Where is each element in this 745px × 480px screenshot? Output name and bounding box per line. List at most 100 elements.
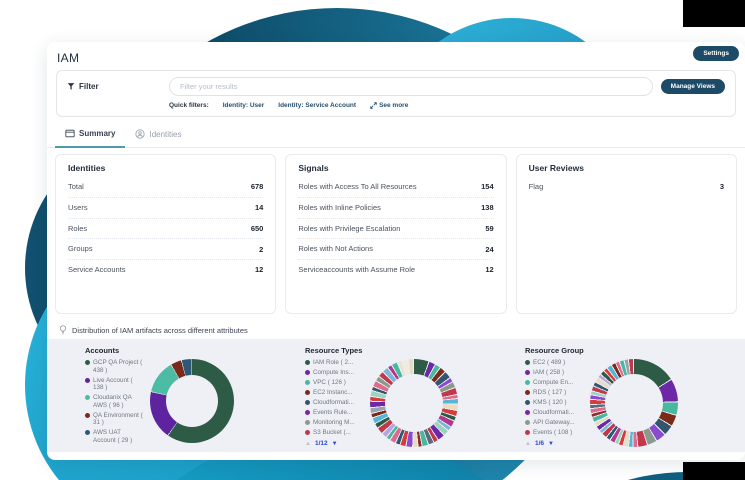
distribution-charts-panel: Accounts GCP QA Project ( 438 ) Live Acco… xyxy=(47,339,745,452)
legend-item: GCP QA Project ( 438 ) xyxy=(85,359,143,374)
legend-label: EC2 Instanc... xyxy=(313,389,353,397)
legend-label: GCP QA Project ( 438 ) xyxy=(93,359,143,374)
accounts-legend: GCP QA Project ( 438 ) Live Account ( 138… xyxy=(85,359,143,444)
identities-person-icon xyxy=(135,129,146,139)
legend-color-dot xyxy=(525,430,530,436)
legend-label: QA Environment ( 31 ) xyxy=(93,411,143,427)
resource-group-donut-chart[interactable] xyxy=(590,359,678,447)
legend-item: Live Account ( 138 ) xyxy=(85,377,143,392)
legend-label: Compute Ins... xyxy=(313,369,354,377)
legend-color-dot xyxy=(525,380,530,386)
legend-color-dot xyxy=(305,380,310,386)
card-title: Identities xyxy=(68,163,106,173)
legend-label: Cloudformati... xyxy=(313,399,354,407)
page-background: IAM Settings Filter Manage Views Quick f… xyxy=(0,0,745,480)
screen-cutout-top-right xyxy=(683,0,745,27)
quick-filter-identity-user[interactable]: Identity: User xyxy=(223,102,265,109)
summary-cards: Identities Total 678 Users 14 Roles 650 … xyxy=(47,148,745,320)
tab-identities[interactable]: Identities xyxy=(125,123,191,147)
pager-page-label: 1/12 xyxy=(314,440,328,447)
legend-color-dot xyxy=(85,412,90,418)
legend-color-dot xyxy=(305,420,310,426)
legend-label: IAM ( 258 ) xyxy=(533,369,565,377)
filter-input[interactable] xyxy=(169,77,653,96)
stat-row-inline-policies: Roles with Inline Policies 138 xyxy=(298,198,494,219)
stat-row-not-actions: Roles with Not Actions 24 xyxy=(298,239,494,260)
accounts-donut-chart[interactable] xyxy=(150,359,234,443)
legend-color-dot xyxy=(525,370,530,376)
settings-button[interactable]: Settings xyxy=(693,46,739,61)
legend-item: Events ( 108 ) xyxy=(525,429,583,437)
legend-item: QA Environment ( 31 ) xyxy=(85,412,143,427)
pager-down-icon[interactable]: ▼ xyxy=(332,441,338,447)
legend-color-dot xyxy=(525,360,530,365)
legend-label: Cloudanix QA AWS ( 96 ) xyxy=(93,394,132,409)
legend-color-dot xyxy=(85,395,90,401)
chart-title: Resource Types xyxy=(305,346,363,355)
user-reviews-card: User Reviews Flag 3 xyxy=(515,154,737,314)
window-header: IAM Settings xyxy=(47,42,745,70)
stat-row-service-accounts: Service Accounts 12 xyxy=(68,265,264,275)
identities-card: Identities Total 678 Users 14 Roles 650 … xyxy=(55,154,277,314)
manage-views-button[interactable]: Manage Views xyxy=(660,79,725,94)
filter-label-group: Filter xyxy=(67,77,169,110)
lightbulb-icon xyxy=(59,325,67,335)
pager-down-icon[interactable]: ▼ xyxy=(548,441,554,447)
legend-label: AWS UAT Account ( 29 ) xyxy=(93,429,133,444)
chart-accounts: Accounts GCP QA Project ( 438 ) Live Acco… xyxy=(85,346,281,452)
filter-funnel-icon xyxy=(67,82,75,91)
resource-types-pager: ▲ 1/12 ▼ xyxy=(305,440,363,447)
filter-controls: Manage Views Quick filters: Identity: Us… xyxy=(169,77,725,110)
resource-types-donut-chart[interactable] xyxy=(370,359,458,447)
legend-color-dot xyxy=(305,360,310,365)
pager-up-icon[interactable]: ▲ xyxy=(305,441,311,447)
quick-filter-identity-service-account[interactable]: Identity: Service Account xyxy=(278,102,356,109)
legend-item: KMS ( 120 ) xyxy=(525,399,583,407)
legend-label: Cloudformati... xyxy=(533,409,574,417)
stat-row-privilege-escalation: Roles with Privilege Escalation 59 xyxy=(298,219,494,240)
tab-summary[interactable]: Summary xyxy=(55,123,126,148)
legend-item: Compute Ins... xyxy=(305,369,363,377)
summary-window-icon xyxy=(65,129,75,138)
legend-color-dot xyxy=(305,410,310,416)
stat-row-roles: Roles 650 xyxy=(68,219,264,240)
quick-filters-label: Quick filters: xyxy=(169,102,209,109)
legend-item: Cloudformati... xyxy=(305,399,363,407)
legend-label: Monitoring M... xyxy=(313,419,355,427)
pager-page-label: 1/6 xyxy=(534,440,544,447)
quick-filters-row: Quick filters: Identity: User Identity: … xyxy=(169,101,725,110)
chart-title: Resource Group xyxy=(525,346,584,355)
pager-up-icon[interactable]: ▲ xyxy=(525,441,531,447)
legend-label: API Gateway... xyxy=(533,419,575,427)
legend-item: RDS ( 127 ) xyxy=(525,389,583,397)
legend-color-dot xyxy=(85,360,90,365)
see-more-link[interactable]: See more xyxy=(370,102,408,109)
legend-item: IAM Role ( 2... xyxy=(305,359,363,367)
signals-card: Signals Roles with Access To All Resourc… xyxy=(285,154,507,314)
screen-cutout-bottom-right xyxy=(683,462,745,480)
legend-label: Live Account ( 138 ) xyxy=(93,376,133,392)
legend-item: API Gateway... xyxy=(525,419,583,427)
stat-row-users: Users 14 xyxy=(68,198,264,219)
resource-types-legend: IAM Role ( 2... Compute Ins... VPC ( 126 )… xyxy=(305,359,363,437)
legend-item: IAM ( 258 ) xyxy=(525,369,583,377)
legend-item: EC2 Instanc... xyxy=(305,389,363,397)
card-title: Signals xyxy=(298,163,329,173)
app-window: IAM Settings Filter Manage Views Quick f… xyxy=(47,42,745,460)
distribution-title: Distribution of IAM artifacts across dif… xyxy=(72,325,248,335)
donut-hole xyxy=(385,374,443,432)
distribution-header: Distribution of IAM artifacts across dif… xyxy=(47,320,745,339)
legend-color-dot xyxy=(305,370,310,376)
donut-hole xyxy=(605,374,663,432)
legend-color-dot xyxy=(525,410,530,416)
legend-color-dot xyxy=(525,400,530,406)
legend-label: Compute En... xyxy=(533,379,574,387)
legend-label: RDS ( 127 ) xyxy=(533,389,567,397)
stat-row-access-all: Roles with Access To All Resources 154 xyxy=(298,177,494,198)
stat-row-assume-role: Serviceaccounts with Assume Role 12 xyxy=(298,265,494,275)
legend-item: VPC ( 126 ) xyxy=(305,379,363,387)
chart-title: Accounts xyxy=(85,346,120,355)
legend-item: Cloudanix QA AWS ( 96 ) xyxy=(85,394,143,409)
legend-item: AWS UAT Account ( 29 ) xyxy=(85,429,143,444)
legend-label: KMS ( 120 ) xyxy=(533,399,567,407)
